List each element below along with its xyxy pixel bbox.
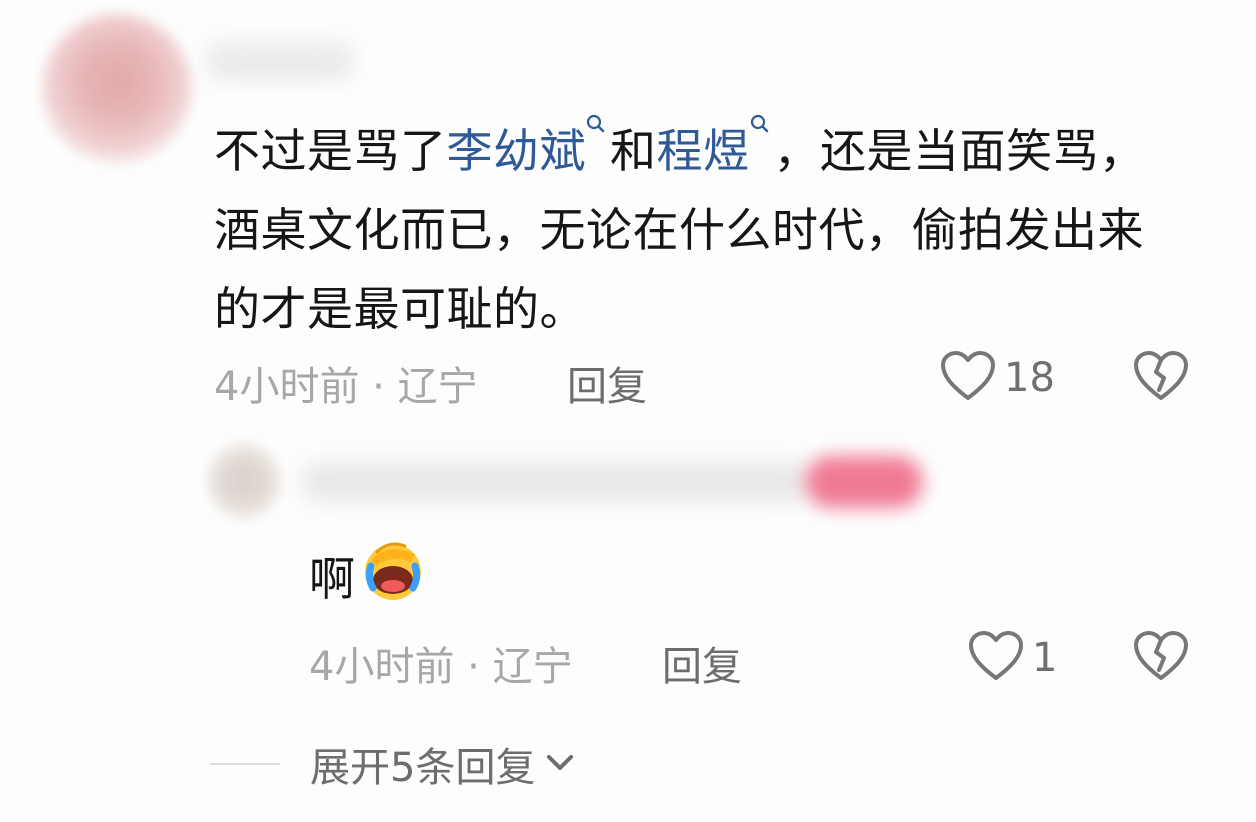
heart-icon	[968, 630, 1024, 686]
timestamp: 4小时前	[214, 364, 360, 410]
reply-body: 啊	[309, 538, 429, 613]
search-icon[interactable]	[750, 112, 770, 150]
avatar[interactable]	[42, 14, 192, 164]
comment-text-part: 和	[610, 124, 657, 178]
username-blurred[interactable]	[205, 40, 355, 82]
comment-body: 不过是骂了李幼斌 和程煜 ，还是当面笑骂，酒桌文化而已，无论在什么时代，偷拍发出来的…	[214, 112, 1189, 349]
reply-text: 啊	[309, 551, 355, 606]
comment-text-part: 不过是骂了	[214, 124, 447, 178]
comment-thread: 不过是骂了李幼斌 和程煜 ，还是当面笑骂，酒桌文化而已，无论在什么时代，偷拍发出来的…	[0, 0, 1256, 822]
chevron-down-icon	[545, 750, 575, 778]
comment-meta: 4小时前 · 辽宁	[214, 354, 478, 412]
broken-heart-icon	[1133, 351, 1189, 406]
reply-dislike-button[interactable]	[1133, 630, 1189, 686]
like-button[interactable]: 18	[940, 350, 1055, 406]
heart-icon	[940, 350, 996, 406]
search-icon[interactable]	[586, 112, 606, 150]
like-count: 1	[1032, 635, 1058, 681]
facepalm-crying-emoji-icon	[357, 538, 429, 613]
location: 辽宁	[492, 644, 573, 690]
reply-username-blurred[interactable]	[300, 462, 810, 502]
reply-avatar[interactable]	[205, 440, 283, 522]
meta-separator: ·	[372, 364, 385, 410]
reply-meta: 4小时前 · 辽宁	[309, 634, 573, 692]
dislike-button[interactable]	[1133, 350, 1189, 406]
timestamp: 4小时前	[309, 644, 455, 690]
search-link-li-youbin[interactable]: 李幼斌	[447, 124, 587, 178]
expand-replies-button[interactable]: 展开5条回复	[210, 735, 575, 793]
reply-like-button[interactable]: 1	[968, 630, 1057, 686]
location: 辽宁	[397, 364, 478, 410]
like-count: 18	[1004, 355, 1055, 401]
broken-heart-icon	[1133, 631, 1189, 686]
meta-separator: ·	[467, 644, 480, 690]
reply-button[interactable]: 回复	[567, 354, 647, 412]
search-link-cheng-yu[interactable]: 程煜	[657, 124, 750, 178]
reply-button[interactable]: 回复	[662, 634, 742, 692]
reply-tag-blurred	[805, 456, 923, 508]
divider	[210, 763, 280, 765]
expand-replies-label: 展开5条回复	[310, 745, 536, 791]
